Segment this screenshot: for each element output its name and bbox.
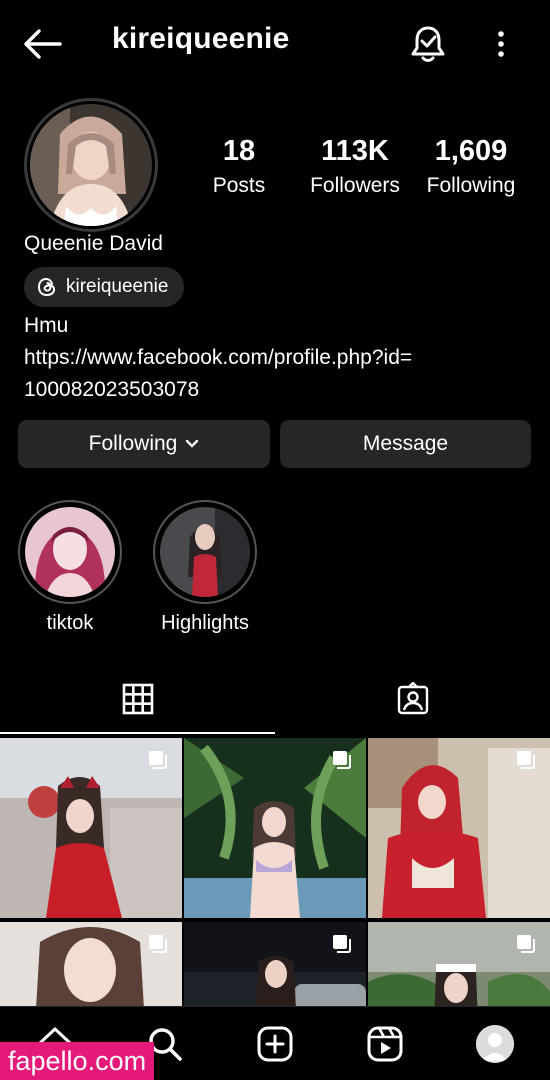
top-bar: kireiqueenie (0, 0, 550, 86)
threads-handle: kireiqueenie (66, 276, 169, 297)
multiple-posts-icon (149, 751, 167, 769)
highlight-cover (160, 507, 250, 597)
following-label: Following (426, 174, 516, 197)
arrow-left-icon[interactable] (22, 26, 62, 62)
profile-avatar[interactable] (476, 1025, 514, 1063)
followers-label: Followers (310, 174, 400, 197)
stat-following[interactable]: 1,609 Following (416, 134, 526, 202)
post-thumbnail[interactable] (0, 738, 182, 918)
more-vertical-icon[interactable] (490, 26, 512, 62)
tab-tagged[interactable] (275, 668, 550, 734)
following-button-label: Following (88, 432, 178, 455)
highlight-ring (153, 500, 257, 604)
highlight-tiktok[interactable]: tiktok (18, 500, 122, 635)
post-thumbnail[interactable] (184, 922, 366, 1008)
post-thumbnail[interactable] (0, 922, 182, 1008)
post-thumbnail[interactable] (368, 738, 550, 918)
highlight-highlights[interactable]: Highlights (153, 500, 257, 635)
highlight-label: Highlights (161, 612, 249, 634)
tagged-icon (397, 682, 429, 715)
posts-label: Posts (212, 174, 266, 197)
bio-text: Hmu (24, 314, 69, 337)
reels-icon[interactable] (366, 1025, 404, 1063)
username-title: kireiqueenie (112, 22, 290, 55)
following-count: 1,609 (434, 135, 508, 167)
post-thumbnail[interactable] (368, 922, 550, 1008)
multiple-posts-icon (149, 935, 167, 953)
stat-followers[interactable]: 113K Followers (300, 134, 410, 202)
threads-icon (37, 277, 56, 297)
followers-count: 113K (321, 135, 389, 167)
posts-grid (0, 738, 550, 1008)
message-button-label: Message (362, 432, 449, 455)
bio-link-line1: https://www.facebook.com/profile.php?id= (24, 346, 413, 369)
multiple-posts-icon (333, 935, 351, 953)
multiple-posts-icon (333, 751, 351, 769)
tab-posts-grid[interactable] (0, 668, 275, 734)
profile-tabs (0, 668, 550, 734)
add-post-icon[interactable] (256, 1025, 294, 1063)
profile-full-name: Queenie David (24, 232, 163, 255)
bio-link-line2: 100082023503078 (24, 378, 200, 401)
threads-badge[interactable]: kireiqueenie (24, 267, 185, 307)
message-button[interactable]: Message (280, 420, 531, 468)
chevron-down-icon (186, 439, 199, 448)
multiple-posts-icon (517, 935, 535, 953)
stat-posts[interactable]: 18 Posts (192, 134, 286, 202)
highlight-ring (18, 500, 122, 604)
bell-check-icon[interactable] (408, 24, 448, 64)
bio-link[interactable]: https://www.facebook.com/profile.php?id=… (24, 342, 524, 406)
profile-avatar[interactable] (30, 104, 152, 226)
following-button[interactable]: Following (18, 420, 270, 468)
highlight-label: tiktok (46, 612, 94, 634)
bio: Hmu https://www.facebook.com/profile.php… (24, 310, 524, 406)
posts-count: 18 (222, 135, 256, 167)
grid-icon (122, 683, 154, 715)
multiple-posts-icon (517, 751, 535, 769)
post-thumbnail[interactable] (184, 738, 366, 918)
highlight-cover (25, 507, 115, 597)
watermark: fapello.com (0, 1042, 155, 1080)
